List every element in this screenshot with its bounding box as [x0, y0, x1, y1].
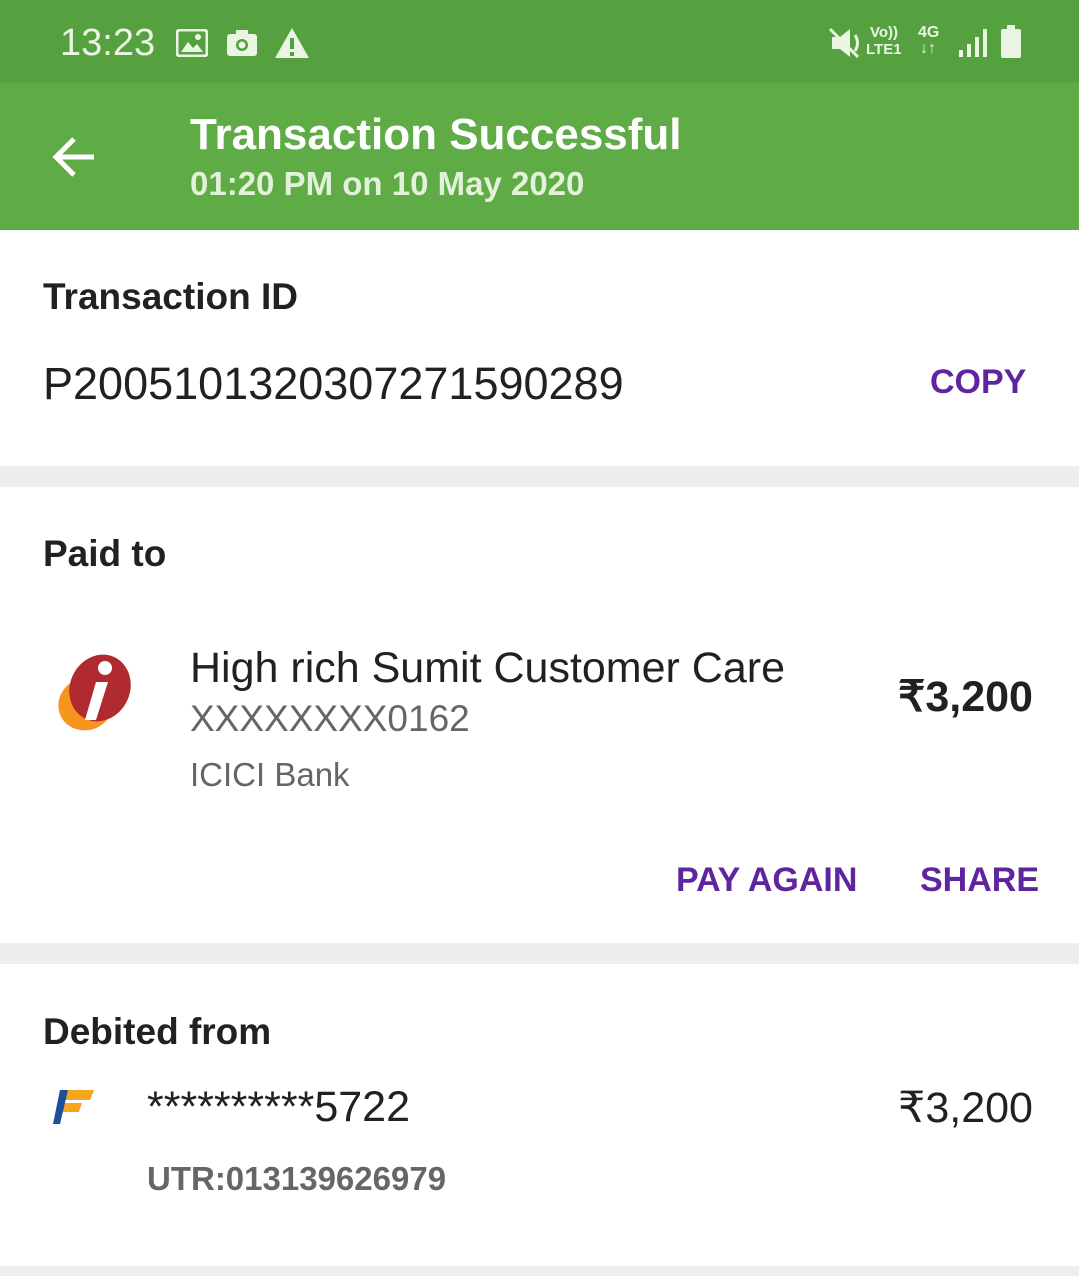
debit-amount: ₹3,200: [898, 1084, 1033, 1132]
payee-name: High rich Sumit Customer Care: [190, 644, 786, 692]
network-lte-label: LTE1: [866, 41, 902, 58]
section-divider: [0, 466, 1079, 487]
data-arrows-icon: ↓↑: [920, 40, 936, 57]
paid-amount: ₹3,200: [898, 673, 1033, 721]
section-divider: [0, 943, 1079, 964]
transaction-id-label: Transaction ID: [43, 276, 298, 317]
image-icon: [176, 29, 208, 57]
icici-logo-icon: [58, 654, 131, 731]
copy-button[interactable]: COPY: [930, 363, 1026, 402]
status-time: 13:23: [60, 22, 156, 64]
network-vo-label: Vo)): [870, 24, 899, 41]
transaction-datetime: 01:20 PM on 10 May 2020: [190, 165, 585, 202]
transaction-id-value: P2005101320307271590289: [43, 358, 624, 409]
share-button[interactable]: SHARE: [920, 861, 1039, 900]
pay-again-button[interactable]: PAY AGAIN: [676, 861, 857, 900]
paid-to-label: Paid to: [43, 533, 167, 574]
payee-bank: ICICI Bank: [190, 756, 350, 793]
debit-account: **********5722: [147, 1083, 410, 1131]
back-arrow-icon[interactable]: [52, 135, 96, 179]
battery-icon: [1001, 25, 1021, 58]
utr-number: UTR:013139626979: [147, 1160, 447, 1197]
camera-icon: [227, 30, 257, 56]
warning-icon: [275, 28, 309, 58]
payee-account: XXXXXXXX0162: [190, 698, 470, 739]
status-bar: 13:23 Vo)) LTE1 4G ↓↑: [0, 0, 1079, 83]
mute-icon: [828, 27, 860, 59]
signal-icon: [959, 29, 987, 57]
debited-from-label: Debited from: [43, 1011, 272, 1052]
section-divider: [0, 1266, 1079, 1276]
federal-bank-logo-icon: [53, 1090, 94, 1124]
page-title: Transaction Successful: [190, 110, 682, 159]
